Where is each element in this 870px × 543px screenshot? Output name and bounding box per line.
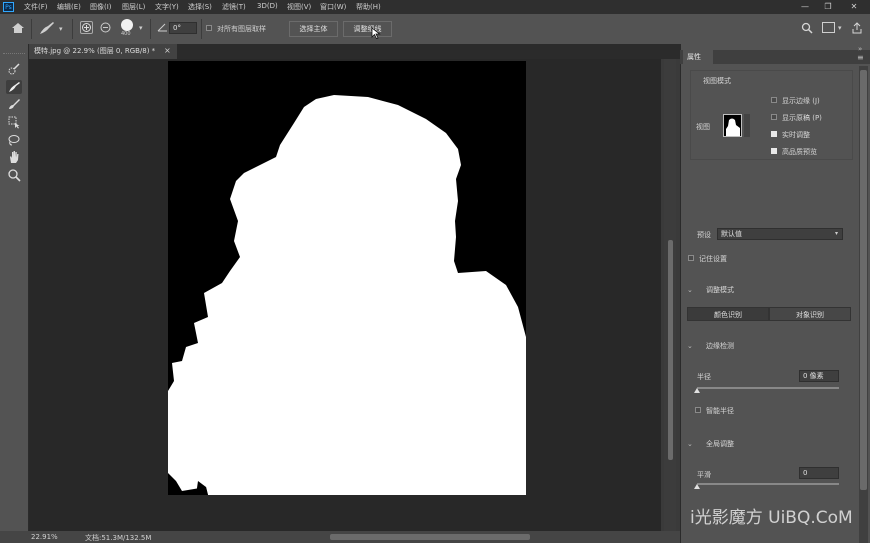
show-original-checkbox[interactable] bbox=[771, 114, 777, 120]
remember-settings-label: 记住设置 bbox=[699, 255, 727, 263]
view-thumbnail[interactable] bbox=[723, 114, 742, 137]
lasso-tool-icon[interactable] bbox=[6, 133, 22, 147]
smooth-slider-knob[interactable] bbox=[694, 484, 700, 489]
refine-mode-chevron-icon[interactable]: ⌄ bbox=[687, 286, 693, 294]
realtime-checkbox[interactable] bbox=[771, 131, 777, 137]
document-size: 文档:51.3M/132.5M bbox=[85, 534, 152, 542]
radius-field[interactable]: 0 像素 bbox=[799, 370, 839, 382]
brush-preview[interactable] bbox=[121, 19, 133, 31]
refine-hair-button[interactable]: 调整细线 bbox=[343, 21, 392, 37]
global-adjust-title: 全局调整 bbox=[706, 440, 734, 448]
document-tab-title: 模特.jpg @ 22.9% (图层 0, RGB/8) * bbox=[34, 47, 156, 55]
menu-select[interactable]: 选择(S) bbox=[188, 2, 212, 12]
panel-menu-icon[interactable]: ≡ bbox=[857, 53, 864, 62]
menu-file[interactable]: 文件(F) bbox=[24, 2, 48, 12]
refine-edge-brush-tool-icon[interactable] bbox=[6, 80, 22, 94]
menu-help[interactable]: 帮助(H) bbox=[356, 2, 381, 12]
sample-all-layers-label: 对所有图层取样 bbox=[217, 25, 266, 33]
brush-chevron-down-icon[interactable]: ▾ bbox=[139, 24, 143, 32]
workspace-chevron-down-icon[interactable]: ▾ bbox=[838, 24, 842, 32]
document-tab-close-icon[interactable]: × bbox=[164, 46, 171, 55]
subtract-from-selection-button[interactable] bbox=[99, 21, 112, 34]
show-original-label: 显示原稿 (P) bbox=[782, 114, 822, 122]
menu-image[interactable]: 图像(I) bbox=[90, 2, 112, 12]
preset-select[interactable]: 默认值 bbox=[717, 228, 843, 240]
smooth-field[interactable]: 0 bbox=[799, 467, 839, 479]
radius-slider-track[interactable] bbox=[697, 387, 839, 389]
radius-label: 半径 bbox=[697, 373, 711, 381]
hq-preview-label: 高品质预览 bbox=[782, 148, 817, 156]
home-icon[interactable] bbox=[10, 20, 26, 36]
brush-size: 400 bbox=[121, 31, 131, 37]
select-subject-button[interactable]: 选择主体 bbox=[289, 21, 338, 37]
watermark-text: i光影魔方 UiBQ.CoM bbox=[690, 508, 853, 528]
smart-radius-label: 智能半径 bbox=[706, 407, 734, 415]
chevron-down-icon[interactable]: ▾ bbox=[59, 25, 63, 33]
show-edge-label: 显示边缘 (J) bbox=[782, 97, 820, 105]
smooth-slider-track[interactable] bbox=[697, 483, 839, 485]
radius-slider-knob[interactable] bbox=[694, 388, 700, 393]
image-canvas[interactable] bbox=[168, 61, 526, 495]
smooth-label: 平滑 bbox=[697, 471, 711, 479]
share-icon[interactable] bbox=[851, 22, 863, 34]
hand-tool-icon[interactable] bbox=[6, 150, 22, 164]
preset-label: 预设 bbox=[697, 231, 711, 239]
add-to-selection-button[interactable] bbox=[80, 21, 93, 34]
global-adjust-chevron-icon[interactable]: ⌄ bbox=[687, 440, 693, 448]
view-dropdown-chevron-icon[interactable] bbox=[744, 114, 750, 137]
refine-mode-title: 调整模式 bbox=[706, 286, 734, 294]
minimize-button[interactable]: — bbox=[794, 1, 816, 13]
view-label: 视图 bbox=[696, 123, 710, 131]
restore-button[interactable]: ❐ bbox=[817, 1, 839, 13]
color-aware-button[interactable]: 颜色识别 bbox=[687, 307, 769, 321]
mask-preview bbox=[168, 95, 526, 495]
menu-layer[interactable]: 图层(L) bbox=[122, 2, 145, 12]
search-icon[interactable] bbox=[801, 22, 813, 34]
smart-radius-checkbox[interactable] bbox=[695, 407, 701, 413]
menu-3d[interactable]: 3D(D) bbox=[257, 2, 278, 10]
refine-edge-brush-icon[interactable] bbox=[38, 20, 56, 36]
brush-tool-icon[interactable] bbox=[6, 97, 22, 111]
show-edge-checkbox[interactable] bbox=[771, 97, 777, 103]
panel-scroll-thumb[interactable] bbox=[860, 70, 867, 490]
workspace-icon[interactable] bbox=[822, 22, 835, 33]
panel-collapse-icon[interactable]: » bbox=[858, 45, 862, 53]
view-mode-title: 视图模式 bbox=[703, 77, 731, 85]
hq-preview-checkbox[interactable] bbox=[771, 148, 777, 154]
edge-detection-title: 边缘检测 bbox=[706, 342, 734, 350]
preset-value: 默认值 bbox=[721, 230, 742, 238]
angle-field[interactable]: 0° bbox=[169, 22, 197, 34]
menu-type[interactable]: 文字(Y) bbox=[155, 2, 179, 12]
menu-filter[interactable]: 滤镜(T) bbox=[222, 2, 246, 12]
canvas-vertical-scroll-thumb[interactable] bbox=[668, 240, 673, 460]
object-aware-button[interactable]: 对象识别 bbox=[769, 307, 851, 321]
close-button[interactable]: ✕ bbox=[843, 1, 865, 13]
edge-detection-chevron-icon[interactable]: ⌄ bbox=[687, 342, 693, 350]
menu-window[interactable]: 窗口(W) bbox=[320, 2, 346, 12]
realtime-label: 实时调整 bbox=[782, 131, 810, 139]
object-selection-tool-icon[interactable] bbox=[6, 115, 22, 129]
document-tab[interactable]: 模特.jpg @ 22.9% (图层 0, RGB/8) * bbox=[29, 44, 177, 59]
zoom-tool-icon[interactable] bbox=[6, 168, 22, 182]
remember-settings-checkbox[interactable] bbox=[688, 255, 694, 261]
toolbar-grip[interactable] bbox=[3, 53, 25, 57]
mouse-cursor-icon bbox=[371, 27, 381, 39]
angle-icon bbox=[157, 23, 168, 32]
preset-chevron-down-icon[interactable]: ▾ bbox=[835, 230, 838, 237]
zoom-level[interactable]: 22.91% bbox=[31, 533, 58, 541]
menu-view[interactable]: 视图(V) bbox=[287, 2, 311, 12]
tab-properties[interactable]: 属性 bbox=[683, 50, 713, 64]
photoshop-logo-icon[interactable]: Ps bbox=[3, 2, 14, 12]
menu-edit[interactable]: 编辑(E) bbox=[57, 2, 81, 12]
canvas-horizontal-scroll-thumb[interactable] bbox=[330, 534, 530, 540]
sample-all-layers-checkbox[interactable] bbox=[206, 25, 212, 31]
quick-selection-tool-icon[interactable] bbox=[6, 62, 22, 76]
